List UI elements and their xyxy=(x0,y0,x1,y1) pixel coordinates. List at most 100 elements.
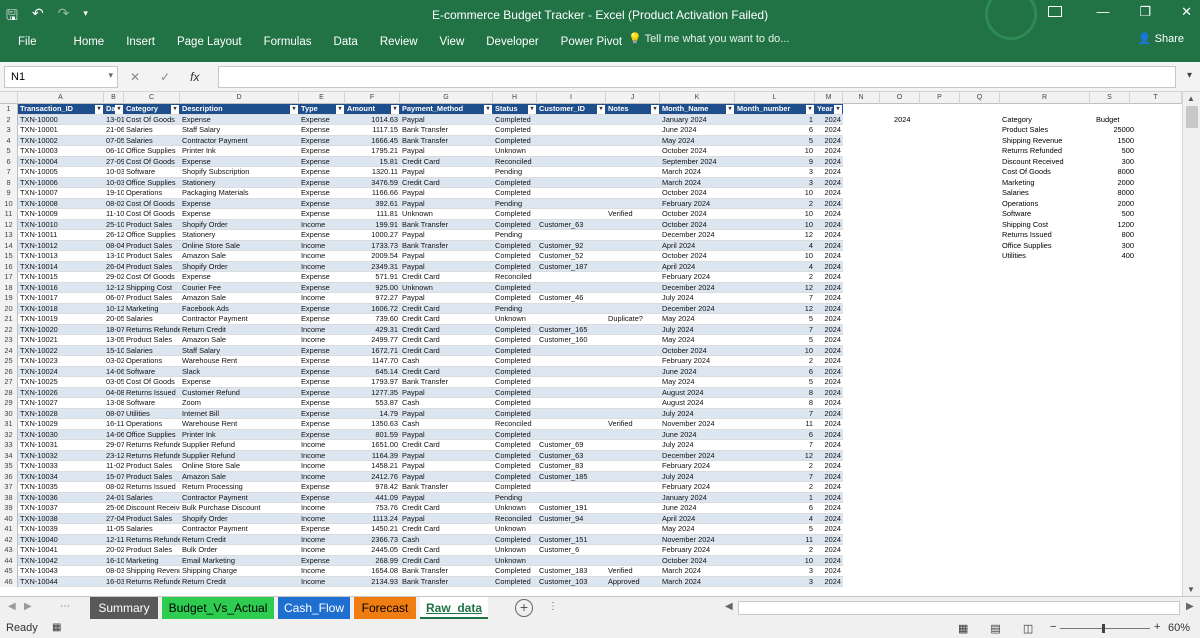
table-cell[interactable]: TXN-10000 xyxy=(18,114,104,125)
table-cell[interactable]: Shopify Order xyxy=(180,219,299,230)
row-number[interactable]: 8 xyxy=(0,177,18,188)
table-cell[interactable]: Expense xyxy=(299,482,345,493)
table-cell[interactable]: Pending xyxy=(493,492,537,503)
table-cell[interactable]: Salaries xyxy=(124,492,180,503)
table-cell[interactable]: 199.91 xyxy=(345,219,400,230)
table-cell[interactable]: 2024 xyxy=(815,534,843,545)
row-number[interactable]: 21 xyxy=(0,314,18,325)
table-cell[interactable] xyxy=(606,261,660,272)
table-cell[interactable]: February 2024 xyxy=(660,482,735,493)
table-cell[interactable]: October 2024 xyxy=(660,146,735,157)
row-number[interactable]: 25 xyxy=(0,356,18,367)
table-cell[interactable]: Customer_63 xyxy=(537,450,606,461)
table-row[interactable]: 16TXN-1001426-04-2024Product SalesShopif… xyxy=(0,261,1182,272)
filter-dropdown-icon[interactable]: ▾ xyxy=(95,105,103,114)
table-cell[interactable]: 10 xyxy=(735,188,815,199)
table-cell[interactable]: Bank Transfer xyxy=(400,219,493,230)
column-header-c[interactable]: C xyxy=(124,92,180,104)
table-cell[interactable]: 25-06-2024 xyxy=(104,503,124,514)
table-cell[interactable]: 1164.39 xyxy=(345,450,400,461)
row-number[interactable]: 32 xyxy=(0,429,18,440)
table-cell[interactable]: October 2024 xyxy=(660,345,735,356)
table-cell[interactable]: 12-11-2024 xyxy=(104,534,124,545)
side-budget-cell[interactable]: 1500 xyxy=(1096,136,1134,147)
table-cell[interactable]: 08-02-2024 xyxy=(104,482,124,493)
table-cell[interactable]: Returns Refunded xyxy=(124,576,180,587)
table-cell[interactable]: Expense xyxy=(299,272,345,283)
table-cell[interactable]: 11 xyxy=(735,534,815,545)
table-cell[interactable]: 12 xyxy=(735,230,815,241)
tab-view[interactable]: View xyxy=(440,36,465,48)
table-cell[interactable] xyxy=(606,377,660,388)
zoom-in-icon[interactable]: + xyxy=(1154,621,1160,633)
table-cell[interactable]: TXN-10013 xyxy=(18,251,104,262)
table-cell[interactable]: 2024 xyxy=(815,156,843,167)
table-cell[interactable]: Paypal xyxy=(400,471,493,482)
table-cell[interactable]: 111.81 xyxy=(345,209,400,220)
side-category-cell[interactable]: Marketing xyxy=(1002,178,1034,189)
table-cell[interactable]: 14.79 xyxy=(345,408,400,419)
table-cell[interactable]: 2024 xyxy=(815,177,843,188)
table-cell[interactable]: 3 xyxy=(735,167,815,178)
table-cell[interactable]: Reconciled xyxy=(493,419,537,430)
table-cell[interactable]: December 2024 xyxy=(660,450,735,461)
add-sheet-icon[interactable]: + xyxy=(515,599,533,617)
table-row[interactable]: 24TXN-1002215-10-2024SalariesStaff Salar… xyxy=(0,345,1182,356)
table-cell[interactable]: 5 xyxy=(735,314,815,325)
table-cell[interactable] xyxy=(606,408,660,419)
table-cell[interactable]: Completed xyxy=(493,335,537,346)
table-cell[interactable]: April 2024 xyxy=(660,261,735,272)
side-budget-cell[interactable]: 8000 xyxy=(1096,188,1134,199)
table-cell[interactable]: 2009.54 xyxy=(345,251,400,262)
table-cell[interactable]: TXN-10044 xyxy=(18,576,104,587)
table-row[interactable]: 44TXN-1004216-10-2024MarketingEmail Mark… xyxy=(0,555,1182,566)
table-cell[interactable]: Returns Issued xyxy=(124,482,180,493)
table-cell[interactable]: Unknown xyxy=(493,503,537,514)
filter-dropdown-icon[interactable]: ▾ xyxy=(290,105,298,114)
share-button[interactable]: 👤 Share xyxy=(1138,32,1184,45)
table-cell[interactable]: Cost Of Goods xyxy=(124,198,180,209)
row-number[interactable]: 9 xyxy=(0,188,18,199)
table-row[interactable]: 46TXN-1004416-03-2024Returns RefundedRet… xyxy=(0,576,1182,587)
table-cell[interactable]: TXN-10028 xyxy=(18,408,104,419)
table-cell[interactable]: 11-10-2024 xyxy=(104,209,124,220)
expand-formula-bar-icon[interactable]: ▾ xyxy=(1187,70,1192,81)
tab-split-icon[interactable]: ⋮ xyxy=(548,601,558,612)
table-cell[interactable]: TXN-10016 xyxy=(18,282,104,293)
side-budget-cell[interactable]: 25000 xyxy=(1096,125,1134,136)
table-cell[interactable]: Expense xyxy=(180,156,299,167)
row-number[interactable]: 18 xyxy=(0,282,18,293)
row-number[interactable]: 14 xyxy=(0,240,18,251)
column-header-t[interactable]: T xyxy=(1130,92,1182,104)
table-cell[interactable]: Income xyxy=(299,293,345,304)
table-cell[interactable]: 7 xyxy=(735,293,815,304)
table-cell[interactable]: Duplicate? xyxy=(606,314,660,325)
table-cell[interactable]: Product Sales xyxy=(124,461,180,472)
table-header-cell[interactable]: Month_number ▾ xyxy=(735,104,815,115)
row-number[interactable]: 1 xyxy=(0,104,18,115)
table-cell[interactable] xyxy=(606,545,660,556)
table-cell[interactable]: Customer_160 xyxy=(537,335,606,346)
table-cell[interactable]: TXN-10041 xyxy=(18,545,104,556)
table-cell[interactable]: Bank Transfer xyxy=(400,576,493,587)
table-row[interactable]: 21TXN-1001920-05-2024SalariesContractor … xyxy=(0,314,1182,325)
table-cell[interactable]: Completed xyxy=(493,219,537,230)
table-cell[interactable]: June 2024 xyxy=(660,429,735,440)
filter-dropdown-icon[interactable]: ▾ xyxy=(834,105,842,114)
table-cell[interactable]: Paypal xyxy=(400,492,493,503)
table-cell[interactable]: Customer_83 xyxy=(537,461,606,472)
table-row[interactable]: 27TXN-1002503-05-2024Cost Of GoodsExpens… xyxy=(0,377,1182,388)
table-cell[interactable]: 571.91 xyxy=(345,272,400,283)
table-cell[interactable]: Credit Card xyxy=(400,366,493,377)
table-cell[interactable]: Pending xyxy=(493,167,537,178)
side-budget-cell[interactable]: 8000 xyxy=(1096,167,1134,178)
table-cell[interactable]: Verified xyxy=(606,566,660,577)
table-cell[interactable]: Completed xyxy=(493,482,537,493)
enter-icon[interactable]: ✓ xyxy=(160,70,170,84)
table-cell[interactable]: Packaging Materials xyxy=(180,188,299,199)
side-budget-cell[interactable]: 800 xyxy=(1096,230,1134,241)
table-cell[interactable]: Returns Refunded xyxy=(124,534,180,545)
table-cell[interactable] xyxy=(606,555,660,566)
table-cell[interactable]: Cost Of Goods xyxy=(124,156,180,167)
table-cell[interactable]: October 2024 xyxy=(660,219,735,230)
